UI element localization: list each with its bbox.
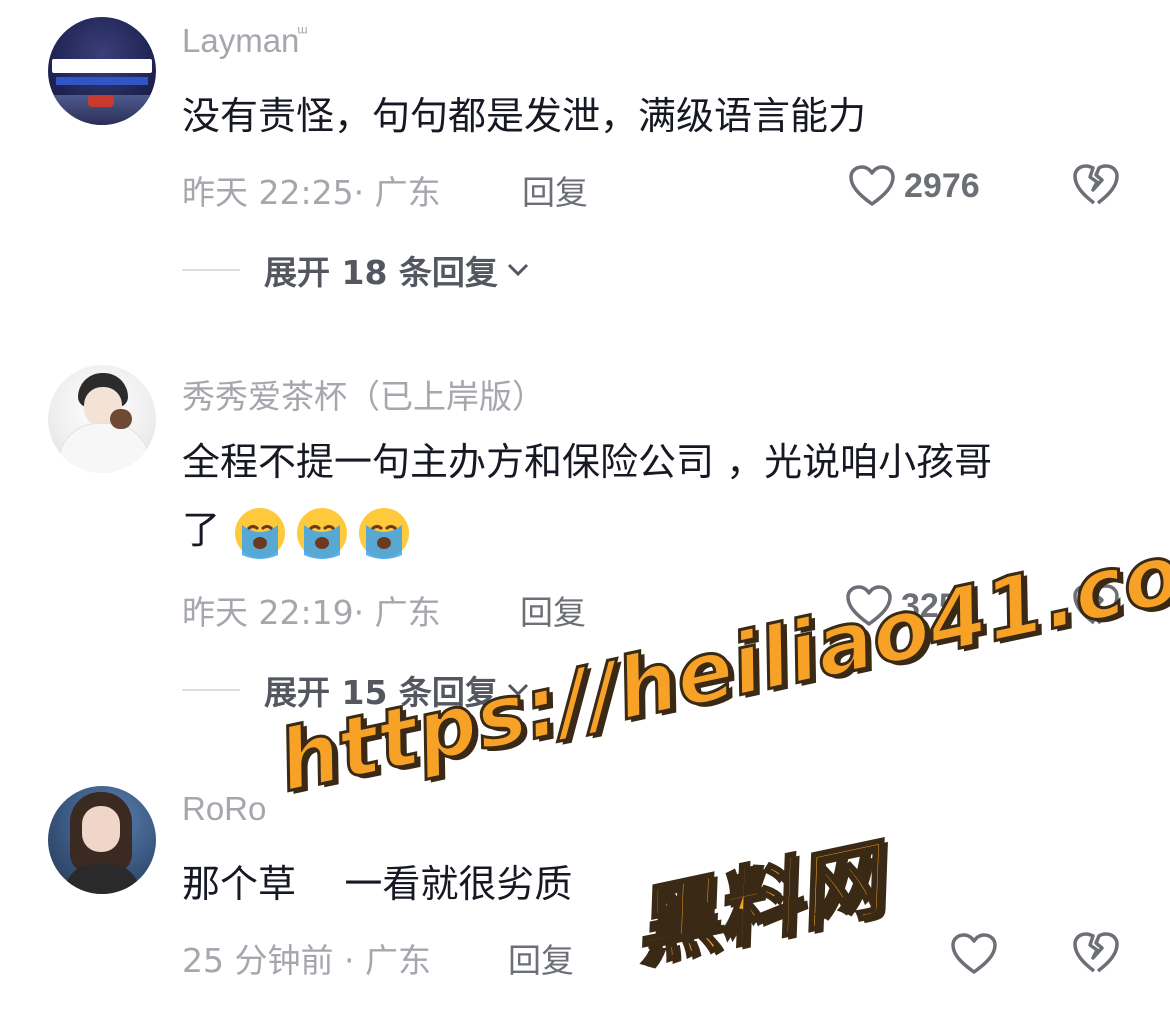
comment-text: 没有责怪，句句都是发泄，满级语言能力 [182,94,867,138]
comment-username[interactable]: 秀秀爱茶杯（已上岸版） [182,370,545,418]
crying-emoji-icon [235,507,286,559]
reply-button[interactable]: 回复 [520,586,586,634]
like-button[interactable] [950,930,998,978]
dislike-button[interactable] [1072,930,1120,978]
crying-emoji-icon [297,507,348,559]
comment-meta: 昨天 22:25· 广东 [182,173,441,212]
comment-text: 全程不提一句主办方和保险公司 ，光说咱小孩哥 了 [182,428,1132,564]
broken-heart-icon [1073,584,1119,625]
heart-icon [951,933,997,974]
dislike-button[interactable] [1072,582,1120,630]
broken-heart-icon [1073,164,1119,205]
like-button[interactable]: 3256 [845,582,977,630]
avatar[interactable] [48,786,156,894]
reply-button[interactable]: 回复 [522,166,588,214]
heart-icon [846,585,892,626]
avatar[interactable] [48,17,156,125]
chevron-down-icon [507,683,528,697]
like-count: 3256 [901,586,977,625]
like-button[interactable]: 2976 [848,162,980,210]
comment-username[interactable]: RoRo [182,790,266,828]
like-count: 2976 [904,166,980,205]
comment-meta: 25 分钟前 · 广东 [182,941,431,980]
heart-icon [849,165,895,206]
avatar[interactable] [48,365,156,473]
crying-emoji-icon [359,507,410,559]
expand-replies[interactable]: 展开 18 条回复 [182,246,530,294]
reply-button[interactable]: 回复 [508,934,574,982]
broken-heart-icon [1073,932,1119,973]
chevron-down-icon [507,263,528,277]
dislike-button[interactable] [1072,162,1120,210]
expand-replies[interactable]: 展开 15 条回复 [182,666,530,714]
comment-meta: 昨天 22:19· 广东 [182,593,441,632]
badge-icon: ᵚ [297,22,308,42]
comment-username[interactable]: Laymanᵚ [182,22,310,60]
comment-text: 那个草 一看就很劣质 [182,862,573,906]
